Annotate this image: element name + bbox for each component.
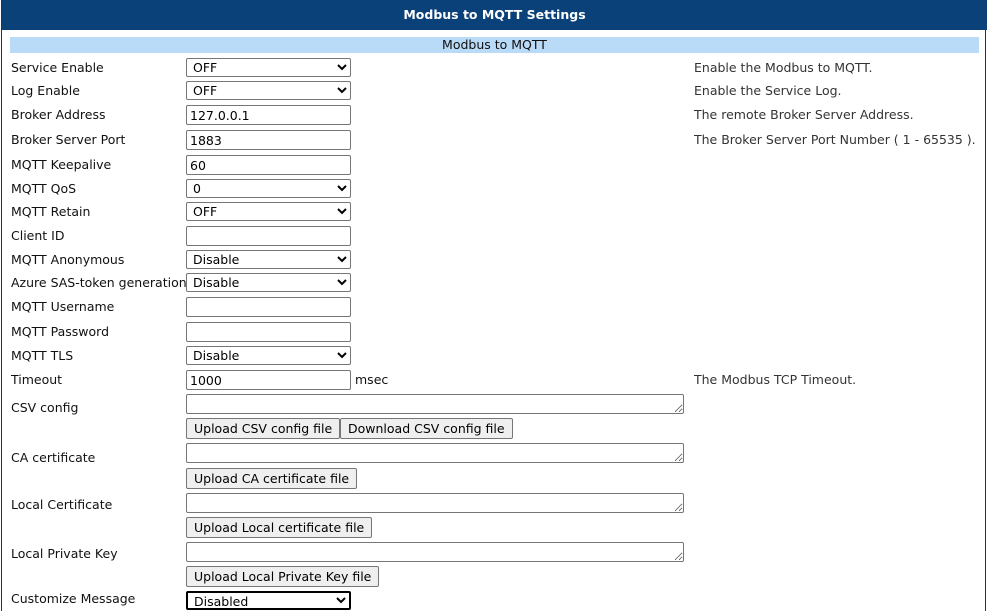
log-enable-hint: Enable the Service Log. [694,83,842,98]
customize-message-select[interactable]: Disabled [186,591,351,610]
log-enable-label: Log Enable [11,83,80,98]
service-enable-select[interactable]: OFF [186,58,351,77]
download-csv-button[interactable]: Download CSV config file [340,418,513,439]
broker-port-label: Broker Server Port [11,132,126,147]
password-label: MQTT Password [11,324,110,339]
timeout-label: Timeout [11,372,63,387]
broker-address-input[interactable] [186,105,351,125]
tls-select[interactable]: Disable [186,346,351,365]
retain-select[interactable]: OFF [186,202,351,221]
keepalive-label: MQTT Keepalive [11,157,112,172]
ca-cert-label: CA certificate [11,450,96,465]
password-input[interactable] [186,322,351,342]
local-key-textarea[interactable] [186,542,684,562]
page-title: Modbus to MQTT Settings [2,0,987,30]
broker-address-hint: The remote Broker Server Address. [694,107,914,122]
azure-sas-select[interactable]: Disable [186,273,351,292]
qos-select[interactable]: 0 [186,179,351,198]
retain-label: MQTT Retain [11,204,91,219]
broker-address-label: Broker Address [11,107,106,122]
csv-config-label: CSV config [11,400,79,415]
service-enable-hint: Enable the Modbus to MQTT. [694,60,873,75]
upload-ca-button[interactable]: Upload CA certificate file [186,468,358,489]
ca-cert-textarea[interactable] [186,443,684,463]
client-id-input[interactable] [186,226,351,246]
broker-port-input[interactable] [186,130,351,150]
broker-port-hint: The Broker Server Port Number ( 1 - 6553… [694,132,976,147]
azure-sas-label: Azure SAS-token generation [11,275,187,290]
tls-label: MQTT TLS [11,348,74,363]
keepalive-input[interactable] [186,155,351,175]
qos-label: MQTT QoS [11,181,77,196]
anonymous-label: MQTT Anonymous [11,252,125,267]
local-key-label: Local Private Key [11,546,118,561]
timeout-hint: The Modbus TCP Timeout. [694,372,857,387]
local-cert-textarea[interactable] [186,493,684,513]
service-enable-label: Service Enable [11,60,104,75]
anonymous-select[interactable]: Disable [186,250,351,269]
client-id-label: Client ID [11,228,65,243]
local-cert-label: Local Certificate [11,497,113,512]
csv-config-textarea[interactable] [186,394,684,414]
username-input[interactable] [186,297,351,317]
timeout-unit: msec [355,372,389,387]
upload-local-cert-button[interactable]: Upload Local certificate file [186,517,373,538]
upload-csv-button[interactable]: Upload CSV config file [186,418,341,439]
upload-local-key-button[interactable]: Upload Local Private Key file [186,566,380,587]
timeout-input[interactable] [186,370,351,390]
log-enable-select[interactable]: OFF [186,81,351,100]
customize-message-label: Customize Message [11,591,136,606]
section-header: Modbus to MQTT [10,37,979,53]
username-label: MQTT Username [11,299,115,314]
